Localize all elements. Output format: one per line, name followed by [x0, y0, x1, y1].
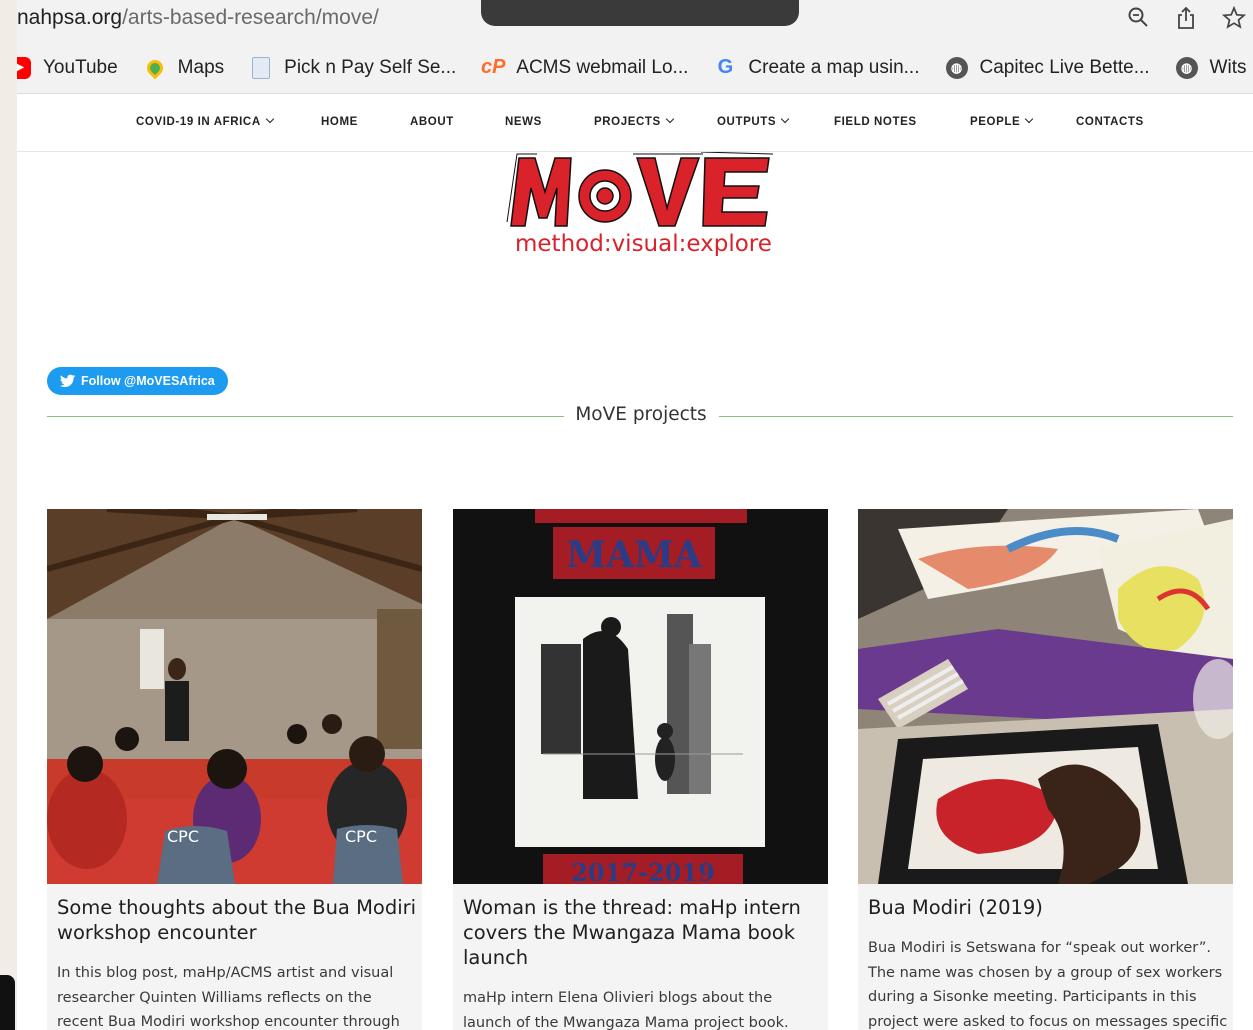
- section-title: MoVE projects: [575, 404, 707, 425]
- google-icon: G: [717, 56, 734, 78]
- chevron-down-icon: [1025, 114, 1034, 124]
- nav-label: OUTPUTS: [717, 116, 777, 128]
- bookmark-wits[interactable]: ◍ Wits: [1175, 56, 1247, 79]
- card-excerpt: Bua Modiri is Setswana for “speak out wo…: [868, 940, 1228, 1030]
- nav-label: HOME: [321, 116, 358, 128]
- window-left-edge: [0, 0, 17, 1030]
- banner-years: 2017-2019: [571, 858, 715, 884]
- nav-label: ABOUT: [410, 116, 454, 128]
- card-excerpt: In this blog post, maHp/ACMS artist and …: [57, 965, 400, 1030]
- chair-label: CPC: [345, 827, 377, 846]
- chevron-down-icon: [265, 114, 274, 124]
- nav-label: FIELD NOTES: [834, 116, 917, 128]
- site-nav: COVID-19 IN AFRICA HOME ABOUT NEWS PROJE…: [17, 95, 1253, 152]
- bookmark-label: Create a map usin...: [748, 56, 920, 78]
- globe-icon: ◍: [945, 56, 968, 79]
- bookmark-label: Pick n Pay Self Se...: [284, 56, 457, 78]
- project-card[interactable]: Bua Modiri (2019) Bua Modiri is Setswana…: [858, 509, 1233, 1030]
- follow-label: Follow @MoVESAfrica: [81, 374, 215, 388]
- nav-label: PEOPLE: [970, 116, 1021, 128]
- browser-page: nahpsa.org/arts-based-research/move/ ▶ Y…: [17, 0, 1253, 1030]
- url-text[interactable]: nahpsa.org/arts-based-research/move/: [17, 6, 379, 30]
- card-excerpt: maHp intern Elena Olivieri blogs about t…: [463, 990, 789, 1030]
- banner-text: MAMA: [566, 534, 703, 576]
- nav-about[interactable]: ABOUT: [410, 116, 454, 128]
- share-icon[interactable]: [1173, 6, 1199, 36]
- card-title[interactable]: Woman is the thread: maHp intern covers …: [463, 895, 823, 970]
- chair-label: CPC: [167, 827, 199, 846]
- address-bar[interactable]: nahpsa.org/arts-based-research/move/: [17, 0, 1253, 42]
- youtube-icon: ▶: [17, 56, 31, 79]
- project-card[interactable]: MAMA 2017-2019 Woman is the thread: maHp…: [453, 509, 828, 1030]
- maps-icon: [143, 56, 166, 79]
- nav-home[interactable]: HOME: [321, 116, 358, 128]
- bookmark-star-icon[interactable]: [1221, 5, 1247, 36]
- project-card[interactable]: CPC CPC Some thoughts about the Bua Modi…: [47, 509, 422, 1030]
- cpanel-icon: cP: [481, 56, 506, 78]
- bookmark-capitec[interactable]: ◍ Capitec Live Bette...: [945, 56, 1150, 79]
- bookmark-pick-n-pay[interactable]: Pick n Pay Self Se...: [250, 56, 457, 79]
- document-icon: [250, 56, 272, 79]
- twitter-bird-icon: [60, 374, 76, 388]
- card-image-mwangaza[interactable]: MAMA 2017-2019: [453, 509, 828, 884]
- nav-label: CONTACTS: [1076, 116, 1144, 128]
- bookmark-label: YouTube: [43, 56, 118, 78]
- dock-edge: [0, 975, 15, 1030]
- chevron-down-icon: [780, 114, 790, 124]
- chevron-down-icon: [665, 114, 675, 124]
- nav-people[interactable]: PEOPLE: [970, 114, 1034, 128]
- nav-field-notes[interactable]: FIELD NOTES: [834, 116, 917, 128]
- bookmark-acms-webmail[interactable]: cP ACMS webmail Lo...: [481, 56, 689, 79]
- bookmark-label: Capitec Live Bette...: [979, 56, 1150, 78]
- tab-overlay-pill: [481, 0, 799, 26]
- bookmark-label: Maps: [177, 56, 225, 78]
- card-image-workshop[interactable]: CPC CPC: [47, 509, 422, 884]
- card-title[interactable]: Bua Modiri (2019): [868, 895, 1228, 920]
- globe-icon: ◍: [1175, 56, 1198, 79]
- bookmark-youtube[interactable]: ▶ YouTube: [17, 56, 118, 79]
- logo-tagline: method:visual:explore: [515, 231, 772, 257]
- nav-contacts[interactable]: CONTACTS: [1076, 116, 1144, 128]
- card-image-bua-modiri[interactable]: [858, 509, 1233, 884]
- section-rule-left: [47, 416, 564, 417]
- move-wordmark-graphic: [506, 151, 774, 227]
- twitter-follow-button[interactable]: Follow @MoVESAfrica: [47, 367, 228, 395]
- url-domain: nahpsa.org: [17, 6, 123, 29]
- bookmark-create-map[interactable]: G Create a map usin...: [714, 56, 920, 79]
- section-rule-right: [719, 416, 1233, 417]
- bookmark-label: ACMS webmail Lo...: [516, 56, 689, 78]
- url-path: /arts-based-research/move/: [122, 6, 379, 29]
- card-title[interactable]: Some thoughts about the Bua Modiri works…: [57, 895, 417, 945]
- nav-projects[interactable]: PROJECTS: [594, 114, 675, 128]
- bookmark-maps[interactable]: Maps: [143, 56, 225, 79]
- nav-label: COVID-19 IN AFRICA: [136, 116, 261, 128]
- bookmark-label: Wits: [1209, 56, 1247, 78]
- nav-outputs[interactable]: OUTPUTS: [717, 114, 790, 128]
- nav-covid[interactable]: COVID-19 IN AFRICA: [136, 114, 274, 128]
- move-logo[interactable]: method:visual:explore: [505, 151, 777, 264]
- bookmarks-bar: ▶ YouTube Maps Pick n Pay Self Se... cP …: [17, 42, 1253, 94]
- nav-label: NEWS: [505, 116, 542, 128]
- zoom-icon[interactable]: [1125, 6, 1151, 36]
- nav-news[interactable]: NEWS: [505, 116, 542, 128]
- nav-label: PROJECTS: [594, 116, 661, 128]
